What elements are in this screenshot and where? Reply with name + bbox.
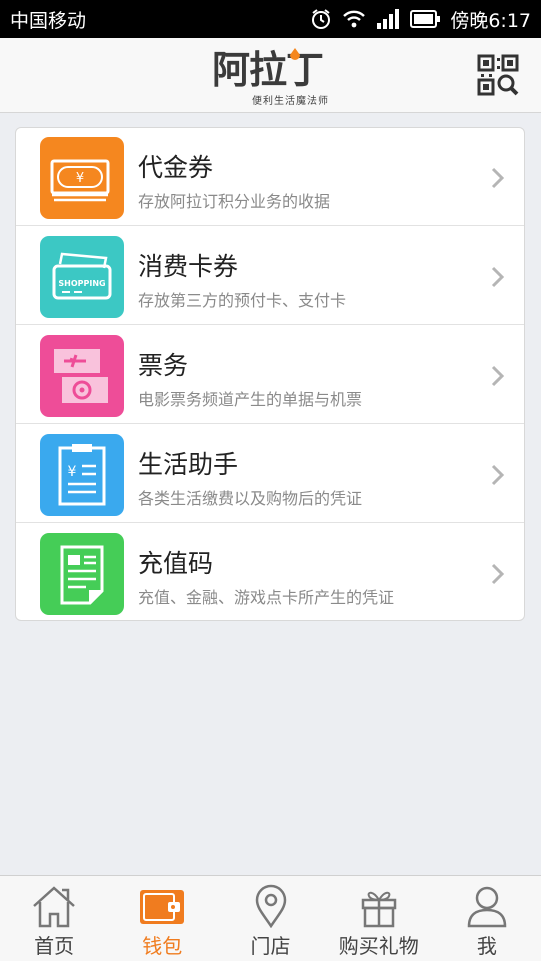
chevron-right-icon	[491, 365, 505, 387]
tab-home[interactable]: 首页	[0, 876, 108, 961]
signal-icon	[376, 9, 400, 29]
item-subtitle: 电影票务频道产生的单据与机票	[138, 390, 363, 409]
item-subtitle: 各类生活缴费以及购物后的凭证	[138, 489, 363, 508]
ticket-icon	[40, 335, 124, 417]
wifi-icon	[342, 9, 366, 29]
list-item-tickets[interactable]: 票务 电影票务频道产生的单据与机票	[16, 326, 524, 424]
list-item-voucher[interactable]: ¥ 代金券 存放阿拉订积分业务的收据	[16, 128, 524, 226]
item-title: 生活助手	[138, 450, 239, 479]
voucher-icon: ¥	[40, 137, 124, 219]
logo-tagline: 便利生活魔法师	[252, 96, 329, 107]
tab-buy-gift[interactable]: 购买礼物	[325, 876, 433, 961]
item-subtitle: 存放阿拉订积分业务的收据	[138, 192, 331, 211]
app-logo: 阿拉丁 便利生活魔法师	[212, 46, 330, 107]
item-title: 充值码	[138, 549, 214, 578]
tab-label: 首页	[34, 934, 75, 958]
bill-clipboard-icon: ¥	[40, 434, 124, 516]
tab-me[interactable]: 我	[433, 876, 541, 961]
alarm-icon	[310, 8, 332, 30]
gift-icon	[361, 891, 396, 928]
recharge-doc-icon	[40, 533, 124, 615]
carrier-name: 中国移动	[10, 9, 87, 32]
item-title: 消费卡券	[138, 252, 239, 281]
chevron-right-icon	[491, 464, 505, 486]
user-icon	[467, 886, 507, 928]
logo-drop-icon	[290, 48, 300, 60]
chevron-right-icon	[491, 563, 505, 585]
qr-scan-icon[interactable]	[477, 54, 519, 96]
list-item-consumer-card[interactable]: SHOPPING 消费卡券 存放第三方的预付卡、支付卡	[16, 227, 524, 325]
item-title: 票务	[138, 351, 189, 380]
chevron-right-icon	[491, 266, 505, 288]
tab-stores[interactable]: 门店	[216, 876, 324, 961]
wallet-icon	[140, 890, 185, 924]
tab-wallet[interactable]: 钱包	[108, 876, 216, 961]
battery-icon	[410, 10, 441, 28]
chevron-right-icon	[491, 167, 505, 189]
tab-label: 钱包	[142, 934, 183, 958]
logo-text: 阿拉丁	[212, 48, 324, 92]
clock-time: 傍晚6:17	[450, 9, 531, 32]
app-header: 阿拉丁 便利生活魔法师	[0, 38, 541, 113]
list-item-life-assistant[interactable]: ¥ 生活助手 各类生活缴费以及购物后的凭证	[16, 425, 524, 523]
tab-label: 门店	[250, 934, 291, 958]
wallet-list: ¥ 代金券 存放阿拉订积分业务的收据 SHOPPING 消费卡券 存放第三方的预…	[15, 127, 525, 621]
item-subtitle: 存放第三方的预付卡、支付卡	[138, 291, 347, 310]
item-subtitle: 充值、金融、游戏点卡所产生的凭证	[138, 588, 395, 607]
shopping-card-icon: SHOPPING	[40, 236, 124, 318]
svg-text:¥: ¥	[76, 171, 84, 186]
tab-label: 购买礼物	[338, 934, 419, 958]
list-item-recharge-code[interactable]: 充值码 充值、金融、游戏点卡所产生的凭证	[16, 524, 524, 620]
status-bar: 中国移动 傍晚6:17	[0, 0, 541, 38]
svg-text:¥: ¥	[68, 464, 77, 480]
home-icon	[33, 886, 75, 928]
item-title: 代金券	[138, 153, 214, 182]
svg-text:SHOPPING: SHOPPING	[58, 279, 105, 288]
bottom-tab-bar: 首页 钱包 门店 购买礼物 我	[0, 875, 541, 961]
location-pin-icon	[255, 884, 286, 928]
tab-label: 我	[476, 934, 497, 958]
